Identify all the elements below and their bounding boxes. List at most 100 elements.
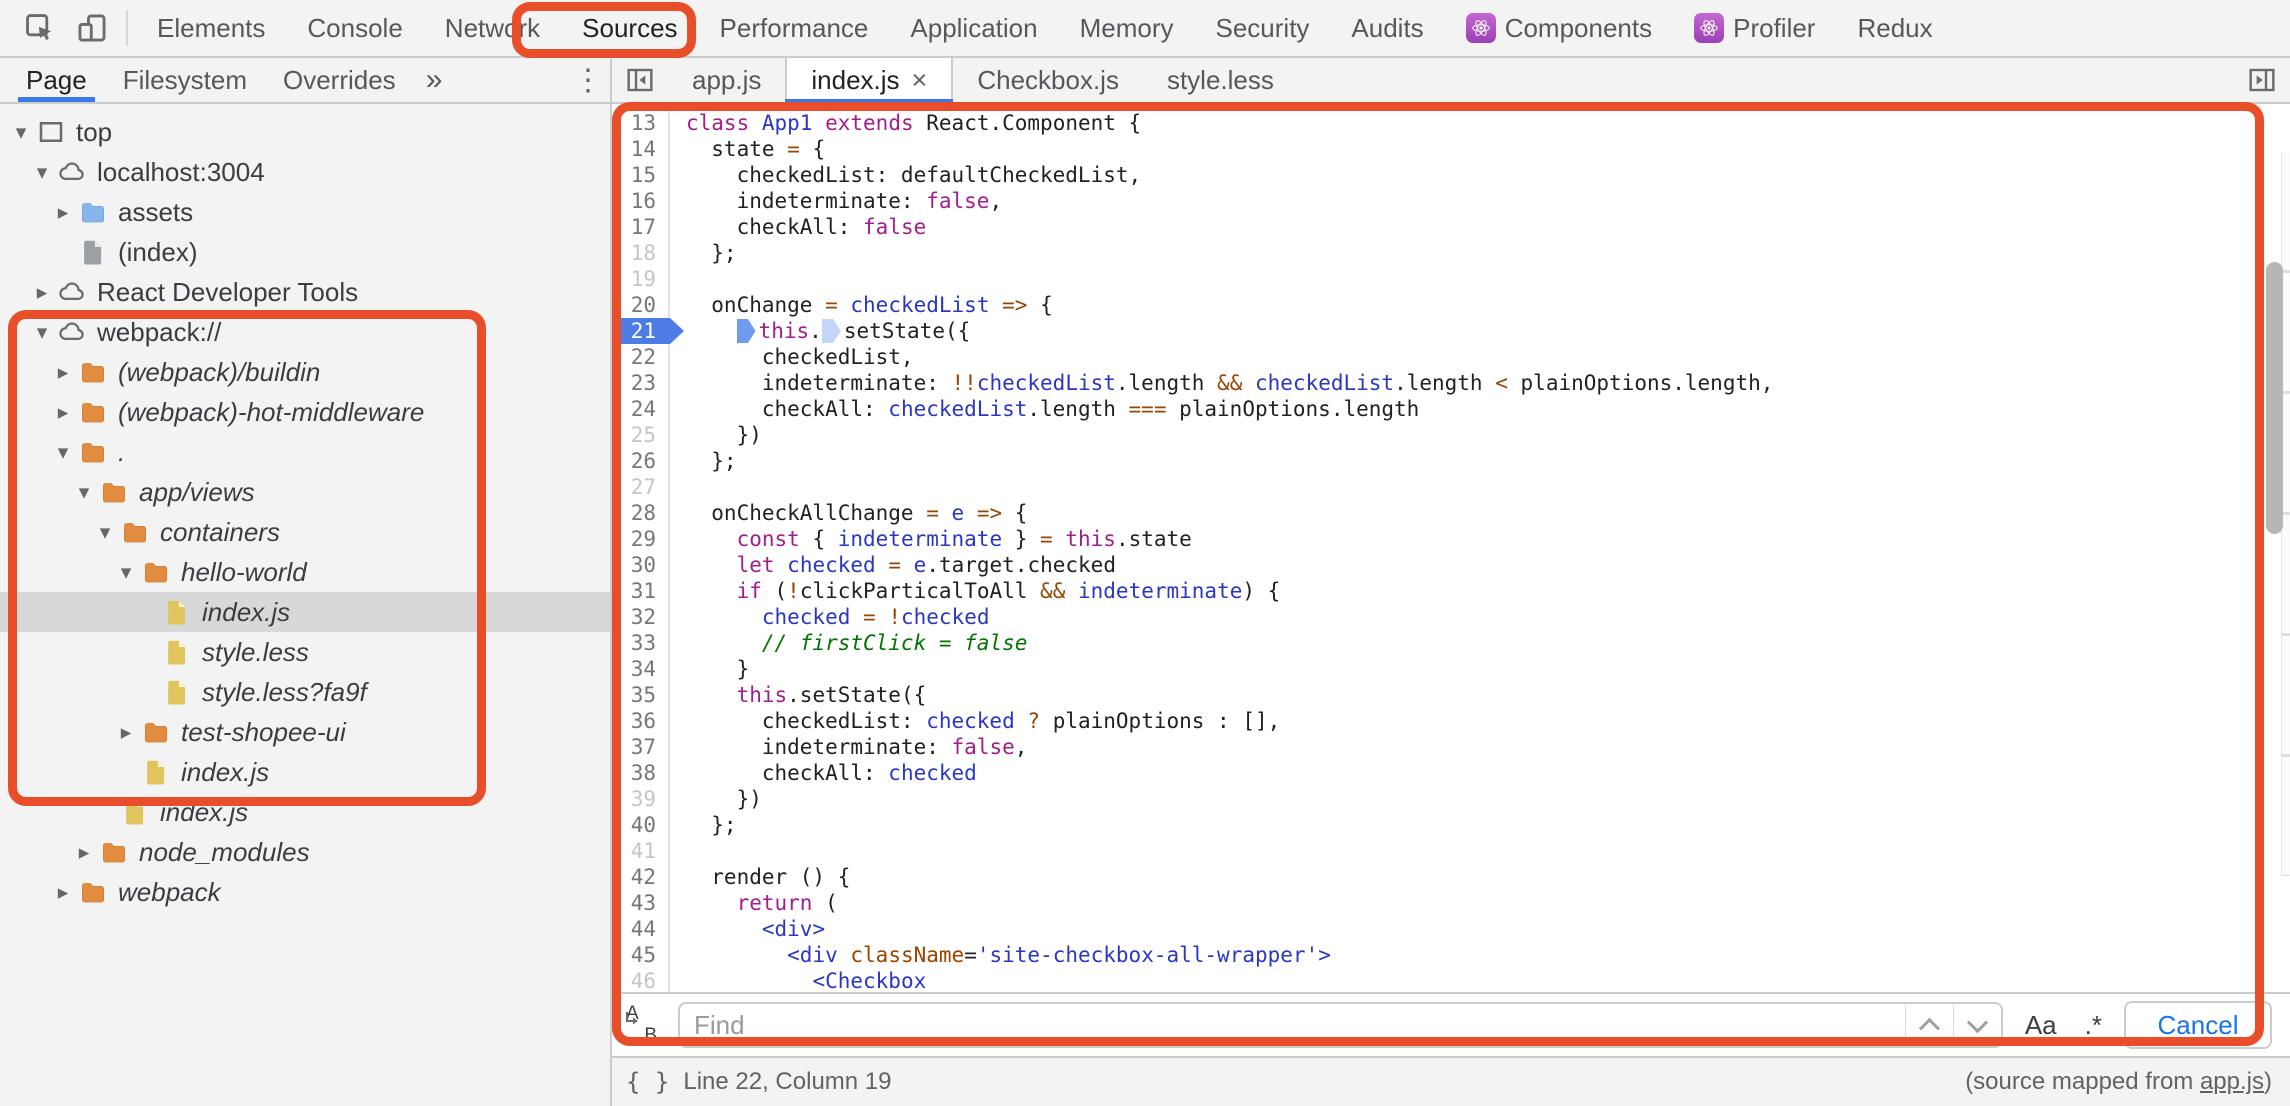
line-number[interactable]: 23 xyxy=(612,370,668,396)
line-number[interactable]: 14 xyxy=(612,136,668,162)
code-content[interactable]: class App1 extends React.Component { sta… xyxy=(670,104,2290,992)
editor-tab-index-js[interactable]: index.js× xyxy=(785,58,953,102)
tree-item-node-modules[interactable]: ▸node_modules xyxy=(0,832,610,872)
tab-memory[interactable]: Memory xyxy=(1059,0,1195,56)
cancel-button[interactable]: Cancel xyxy=(2124,1001,2272,1049)
tree-item-index[interactable]: (index) xyxy=(0,232,610,272)
tree-item-webpack-hot-middleware[interactable]: ▸(webpack)-hot-middleware xyxy=(0,392,610,432)
tree-item-index-js[interactable]: index.js xyxy=(0,752,610,792)
sidebar-tab-filesystem[interactable]: Filesystem xyxy=(105,58,265,102)
device-toolbar-icon[interactable] xyxy=(66,0,118,56)
tab-components[interactable]: Components xyxy=(1445,0,1673,56)
line-number[interactable]: 26 xyxy=(612,448,668,474)
collapse-arrow-icon[interactable]: ▸ xyxy=(50,880,76,905)
line-number[interactable]: 28 xyxy=(612,500,668,526)
code-editor[interactable]: 1314151617181920212223242526272829303132… xyxy=(612,104,2290,992)
find-input[interactable] xyxy=(680,1004,1905,1046)
editor-tab-checkbox-js[interactable]: Checkbox.js xyxy=(953,58,1143,102)
scrollbar-thumb[interactable] xyxy=(2266,262,2283,534)
line-number[interactable]: 41 xyxy=(612,838,668,864)
tree-item-containers[interactable]: ▾containers xyxy=(0,512,610,552)
expand-arrow-icon[interactable]: ▾ xyxy=(29,320,55,345)
line-number[interactable]: 24 xyxy=(612,396,668,422)
line-number[interactable]: 17 xyxy=(612,214,668,240)
tab-network[interactable]: Network xyxy=(424,0,561,56)
expand-arrow-icon[interactable]: ▾ xyxy=(8,120,34,145)
show-debugger-sidebar-icon[interactable] xyxy=(2234,58,2290,102)
line-number[interactable]: 15 xyxy=(612,162,668,188)
line-number[interactable]: 25 xyxy=(612,422,668,448)
tree-item-hello-world[interactable]: ▾hello-world xyxy=(0,552,610,592)
line-number[interactable]: 42 xyxy=(612,864,668,890)
sidebar-tab-overrides[interactable]: Overrides xyxy=(265,58,414,102)
pretty-print-icon[interactable]: { } xyxy=(626,1068,669,1096)
line-number[interactable]: 38 xyxy=(612,760,668,786)
source-map-link[interactable]: app.js xyxy=(2200,1068,2264,1095)
find-next-button[interactable] xyxy=(1953,1004,2001,1046)
line-number[interactable]: 30 xyxy=(612,552,668,578)
collapse-arrow-icon[interactable]: ▸ xyxy=(113,720,139,745)
regex-button[interactable]: .* xyxy=(2079,1010,2108,1041)
tree-item-top[interactable]: ▾top xyxy=(0,112,610,152)
close-tab-icon[interactable]: × xyxy=(912,65,928,96)
line-number[interactable]: 45 xyxy=(612,942,668,968)
tree-item-react-developer-tools[interactable]: ▸React Developer Tools xyxy=(0,272,610,312)
tab-sources[interactable]: Sources xyxy=(561,0,698,56)
tree-item-localhost-3004[interactable]: ▾localhost:3004 xyxy=(0,152,610,192)
tree-item-assets[interactable]: ▸assets xyxy=(0,192,610,232)
editor-scrollbar[interactable] xyxy=(2262,152,2290,992)
expand-arrow-icon[interactable]: ▾ xyxy=(71,480,97,505)
execution-line-number[interactable]: 21 xyxy=(612,318,668,344)
tab-overflow-chevron[interactable]: » xyxy=(414,58,455,102)
tree-item-style-less-fa9f[interactable]: style.less?fa9f xyxy=(0,672,610,712)
editor-tab-app-js[interactable]: app.js xyxy=(668,58,785,102)
editor-tab-style-less[interactable]: style.less xyxy=(1143,58,1298,102)
tab-application[interactable]: Application xyxy=(889,0,1058,56)
tree-item-webpack-buildin[interactable]: ▸(webpack)/buildin xyxy=(0,352,610,392)
tree-item-webpack[interactable]: ▸webpack xyxy=(0,872,610,912)
line-number[interactable]: 27 xyxy=(612,474,668,500)
hide-navigator-icon[interactable] xyxy=(612,58,668,102)
continue-to-here-marker[interactable] xyxy=(822,319,841,343)
tree-item-test-shopee-ui[interactable]: ▸test-shopee-ui xyxy=(0,712,610,752)
tree-item-index-js[interactable]: index.js xyxy=(0,592,610,632)
line-number[interactable]: 36 xyxy=(612,708,668,734)
line-number[interactable]: 46 xyxy=(612,968,668,992)
line-number[interactable]: 35 xyxy=(612,682,668,708)
line-number[interactable]: 29 xyxy=(612,526,668,552)
line-number[interactable]: 13 xyxy=(612,110,668,136)
line-number[interactable]: 34 xyxy=(612,656,668,682)
line-number[interactable]: 31 xyxy=(612,578,668,604)
tree-item-style-less[interactable]: style.less xyxy=(0,632,610,672)
tab-redux[interactable]: Redux xyxy=(1836,0,1953,56)
line-number[interactable]: 33 xyxy=(612,630,668,656)
line-number[interactable]: 40 xyxy=(612,812,668,838)
line-number[interactable]: 20 xyxy=(612,292,668,318)
line-number[interactable]: 22 xyxy=(612,344,668,370)
replace-toggle-icon[interactable]: A B xyxy=(622,1005,662,1045)
collapse-arrow-icon[interactable]: ▸ xyxy=(50,400,76,425)
kebab-menu-icon[interactable]: ⋮ xyxy=(566,58,610,102)
line-number-gutter[interactable]: 1314151617181920212223242526272829303132… xyxy=(612,104,670,992)
tab-profiler[interactable]: Profiler xyxy=(1673,0,1836,56)
line-number[interactable]: 16 xyxy=(612,188,668,214)
expand-arrow-icon[interactable]: ▾ xyxy=(113,560,139,585)
line-number[interactable]: 32 xyxy=(612,604,668,630)
line-number[interactable]: 39 xyxy=(612,786,668,812)
collapse-arrow-icon[interactable]: ▸ xyxy=(50,200,76,225)
tree-item-app-views[interactable]: ▾app/views xyxy=(0,472,610,512)
collapse-arrow-icon[interactable]: ▸ xyxy=(29,280,55,305)
tab-elements[interactable]: Elements xyxy=(136,0,286,56)
tab-performance[interactable]: Performance xyxy=(699,0,890,56)
line-number[interactable]: 19 xyxy=(612,266,668,292)
expand-arrow-icon[interactable]: ▾ xyxy=(92,520,118,545)
tree-item-item[interactable]: ▾. xyxy=(0,432,610,472)
tree-item-webpack[interactable]: ▾webpack:// xyxy=(0,312,610,352)
line-number[interactable]: 43 xyxy=(612,890,668,916)
line-number[interactable]: 44 xyxy=(612,916,668,942)
expand-arrow-icon[interactable]: ▾ xyxy=(29,160,55,185)
find-previous-button[interactable] xyxy=(1905,1004,1953,1046)
match-case-button[interactable]: Aa xyxy=(2019,1010,2063,1041)
tab-security[interactable]: Security xyxy=(1195,0,1331,56)
expand-arrow-icon[interactable]: ▾ xyxy=(50,440,76,465)
